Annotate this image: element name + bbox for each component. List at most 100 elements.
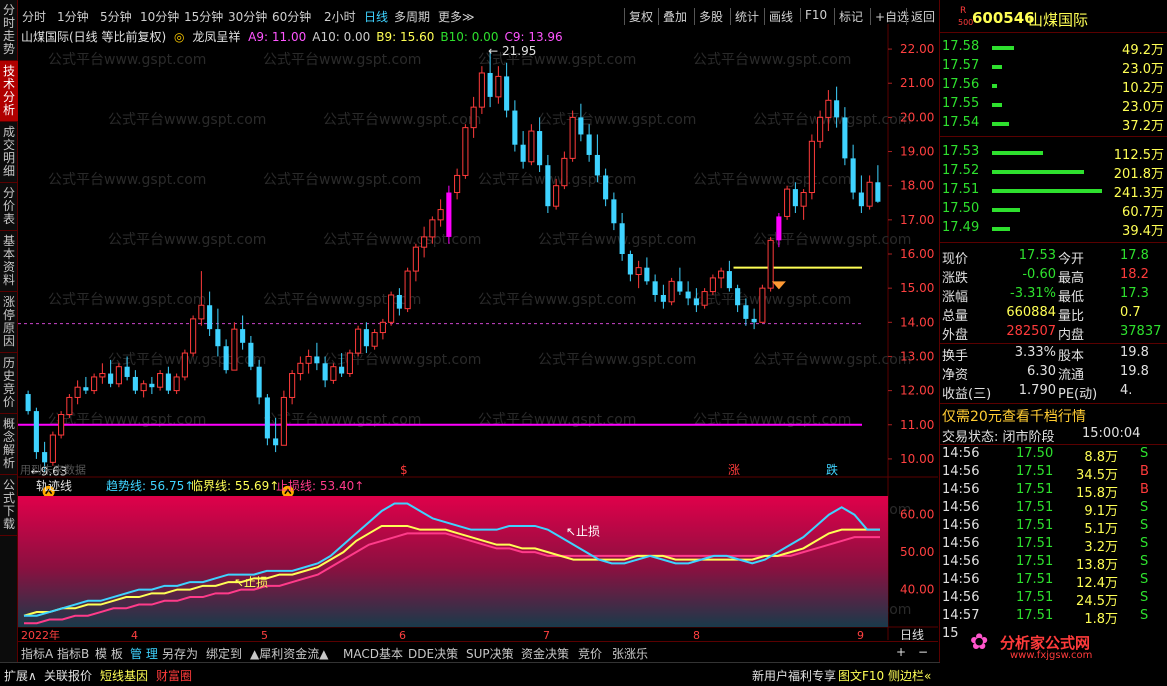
tick-row-6: 14:56 17.51 13.8万 S (940, 554, 1167, 573)
period-button-0[interactable]: 分时 (22, 8, 46, 25)
toolbar-button-0[interactable]: 复权 (624, 8, 653, 25)
status-item-6[interactable]: 侧边栏« (888, 667, 931, 684)
status-item-3[interactable]: 财富圈 (156, 667, 192, 684)
stats-row-0: 现价 17.53 今开 17.8 (940, 248, 1167, 267)
stats-label2: 量比 (1058, 309, 1085, 324)
candle (858, 175, 864, 214)
indicator-tab-8[interactable]: DDE决策 (408, 645, 458, 662)
indicator-name[interactable]: 龙凤呈祥 (192, 30, 240, 44)
candle (586, 124, 592, 162)
zoom-in-button[interactable]: + (896, 645, 906, 659)
stats2-value: 3.33% (1014, 345, 1056, 360)
stats2-label2: 流通 (1058, 368, 1085, 383)
period-button-2[interactable]: 5分钟 (100, 8, 132, 25)
period-button-7[interactable]: 2小时 (324, 8, 356, 25)
period-button-10[interactable]: 更多≫ (438, 8, 475, 25)
sidebar-tab-4[interactable]: 基本资料 (0, 231, 18, 292)
zoom-out-button[interactable]: − (918, 645, 928, 659)
indicator-tab-9[interactable]: SUP决策 (466, 645, 514, 662)
period-button-4[interactable]: 15分钟 (184, 8, 223, 25)
stats-value2: 0.7 (1120, 305, 1141, 320)
stats-label2: 最高 (1058, 271, 1085, 286)
indicator-tab-7[interactable]: MACD基本 (343, 645, 403, 662)
tick-time: 14:56 (942, 464, 980, 479)
toolbar-button-7[interactable]: +自选 (870, 8, 909, 25)
toolbar-button-8[interactable]: 返回 (906, 8, 935, 25)
stop-label-1: ↖止损 (234, 575, 268, 589)
period-button-8[interactable]: 日线 (364, 8, 388, 25)
indicator-tab-5[interactable]: 绑定到 (206, 645, 242, 662)
candle (165, 366, 171, 395)
sidebar-tab-1[interactable]: 技术分析 (0, 61, 18, 122)
indicator-values: A9: 11.00 A10: 0.00 B9: 15.60 B10: 0.00 C9: … (248, 30, 569, 44)
sidebar-tab-6[interactable]: 历史竞价 (0, 353, 18, 414)
indicator-tab-4[interactable]: 另存为 (162, 645, 198, 662)
sidebar-tab-2[interactable]: 成交明细 (0, 122, 18, 183)
tick-volume: 34.5万 (1076, 468, 1118, 483)
stats-row-1: 涨跌 -0.60 最高 18.2 (940, 267, 1167, 286)
candle (207, 291, 213, 336)
chart-gear-icon[interactable]: ◎ (174, 30, 184, 44)
candle (74, 380, 81, 405)
status-item-1[interactable]: 关联报价 (44, 667, 92, 684)
toolbar-button-2[interactable]: 多股 (694, 8, 723, 25)
status-item-2[interactable]: 短线基因 (100, 667, 148, 684)
candle (495, 66, 502, 104)
tick-row-0: 14:56 17.50 8.8万 S (940, 446, 1167, 465)
toolbar-button-1[interactable]: 叠加 (658, 8, 687, 25)
sub-value-0: 趋势线: 56.75↑ (106, 479, 194, 493)
time-axis-label: 8 (693, 629, 700, 640)
candle (280, 390, 287, 446)
sidebar-tab-0[interactable]: 分时走势 (0, 0, 18, 61)
toolbar-button-6[interactable]: 标记 (834, 8, 863, 25)
indicator-tab-6[interactable]: ▲犀利资金流▲ (250, 645, 328, 662)
indicator-tab-11[interactable]: 竞价 (578, 645, 602, 662)
toolbar-button-5[interactable]: F10 (800, 8, 827, 22)
indicator-tab-3[interactable]: 管 理 (130, 645, 158, 662)
candle (594, 134, 600, 183)
toolbar-button-4[interactable]: 画线 (764, 8, 793, 25)
sub-axis-label: 60.00 (900, 508, 934, 522)
bid-price: 17.51 (942, 182, 980, 197)
sidebar-tab-7[interactable]: 概念解析 (0, 414, 18, 475)
main-chart[interactable]: 公式平台www.gspt.com 公式平台www.gspt.com 公式平台www.… (18, 24, 938, 640)
ask-row-3: 17.55 23.0万 (940, 96, 1167, 115)
candle (644, 257, 650, 285)
status-item-5[interactable]: 图文F10 (838, 667, 884, 684)
ask-volume-bar (992, 84, 997, 88)
toolbar-button-3[interactable]: 统计 (730, 8, 759, 25)
indicator-tab-1[interactable]: 指标B (57, 645, 89, 662)
stats2-row-1: 净资 6.30 流通 19.8 (940, 364, 1167, 383)
indicator-value-2: B9: 15.60 (376, 30, 435, 44)
indicator-tab-12[interactable]: 张涨乐 (612, 645, 648, 662)
period-button-3[interactable]: 10分钟 (140, 8, 179, 25)
candle (528, 124, 535, 166)
candle (578, 103, 584, 142)
indicator-tab-10[interactable]: 资金决策 (521, 645, 569, 662)
promo-link[interactable]: 仅需20元查看千档行情 (942, 406, 1086, 426)
candle (677, 267, 683, 295)
sidebar-tab-5[interactable]: 涨停原因 (0, 292, 18, 353)
watermark-text: 公式平台www.gspt.com (538, 112, 696, 128)
period-button-5[interactable]: 30分钟 (228, 8, 267, 25)
sidebar-tab-3[interactable]: 分价表 (0, 183, 18, 231)
indicator-toolbar: 指标A 指标B 模 板管 理另存为 绑定到 ▲犀利资金流▲ MACD基本 DDE决策 SUP决… (18, 641, 938, 661)
period-button-9[interactable]: 多周期 (394, 8, 430, 25)
watermark-text: 公式平台www.gspt.com (753, 112, 911, 128)
badge-r: R (960, 6, 967, 16)
tick-price: 17.51 (1016, 554, 1054, 569)
status-item-4[interactable]: 新用户福利专享 (752, 667, 836, 684)
period-button-1[interactable]: 1分钟 (57, 8, 89, 25)
marker-diedie: 跌 (826, 462, 838, 477)
indicator-tab-2[interactable]: 模 板 (95, 645, 123, 662)
indicator-tab-0[interactable]: 指标A (21, 645, 53, 662)
stats2-label2: PE(动) (1058, 387, 1098, 402)
status-item-0[interactable]: 扩展∧ (4, 667, 37, 684)
period-button-6[interactable]: 60分钟 (272, 8, 311, 25)
time-axis-label: 7 (543, 629, 550, 640)
candle (190, 315, 197, 357)
stats-row-4: 外盘 282507 内盘 37837 (940, 324, 1167, 343)
tick-side: S (1140, 554, 1149, 569)
sidebar-tab-8[interactable]: 公式下载 (0, 475, 18, 536)
candle (660, 284, 666, 309)
